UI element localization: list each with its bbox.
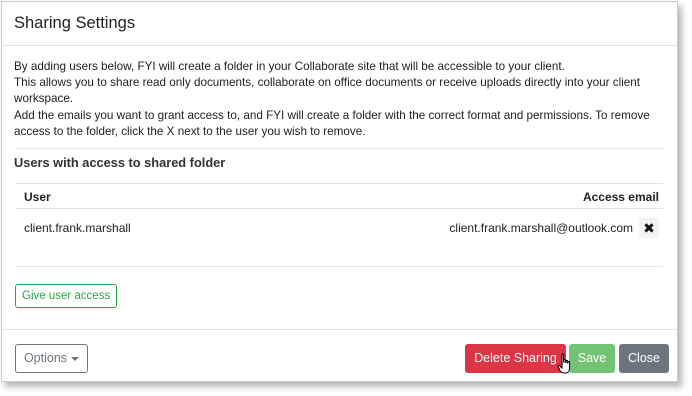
give-user-access-button[interactable]: Give user access xyxy=(15,284,118,308)
intro-paragraph-2: This allows you to share read only docum… xyxy=(14,76,641,106)
modal-header: Sharing Settings xyxy=(2,2,677,46)
access-email-cell: client.frank.marshall@outlook.com xyxy=(449,221,633,235)
hand-pointer-icon xyxy=(557,353,571,374)
close-icon: ✖ xyxy=(643,220,655,236)
close-button[interactable]: Close xyxy=(619,344,669,373)
footer-divider xyxy=(2,329,677,330)
table-bottom-divider xyxy=(15,266,663,267)
user-cell: client.frank.marshall xyxy=(24,221,131,235)
users-table: User Access email client.frank.marshall … xyxy=(15,183,663,247)
intro-text: By adding users below, FYI will create a… xyxy=(14,59,674,140)
section-title: Users with access to shared folder xyxy=(14,155,226,170)
table-row: client.frank.marshall client.frank.marsh… xyxy=(15,209,663,247)
intro-paragraph-1: By adding users below, FYI will create a… xyxy=(14,60,565,73)
save-button[interactable]: Save xyxy=(569,344,615,373)
options-dropdown-button[interactable]: Options xyxy=(15,344,88,373)
sharing-settings-modal: Sharing Settings By adding users below, … xyxy=(1,1,678,382)
column-header-user: User xyxy=(24,190,51,204)
section-divider xyxy=(15,148,663,149)
delete-sharing-button[interactable]: Delete Sharing xyxy=(465,344,566,373)
caret-down-icon xyxy=(71,356,80,361)
remove-user-button[interactable]: ✖ xyxy=(639,218,659,238)
table-header-row: User Access email xyxy=(15,183,663,209)
column-header-access-email: Access email xyxy=(582,190,659,204)
options-label: Options xyxy=(23,351,68,365)
intro-paragraph-3: Add the emails you want to grant access … xyxy=(14,108,650,138)
modal-title: Sharing Settings xyxy=(14,14,136,32)
